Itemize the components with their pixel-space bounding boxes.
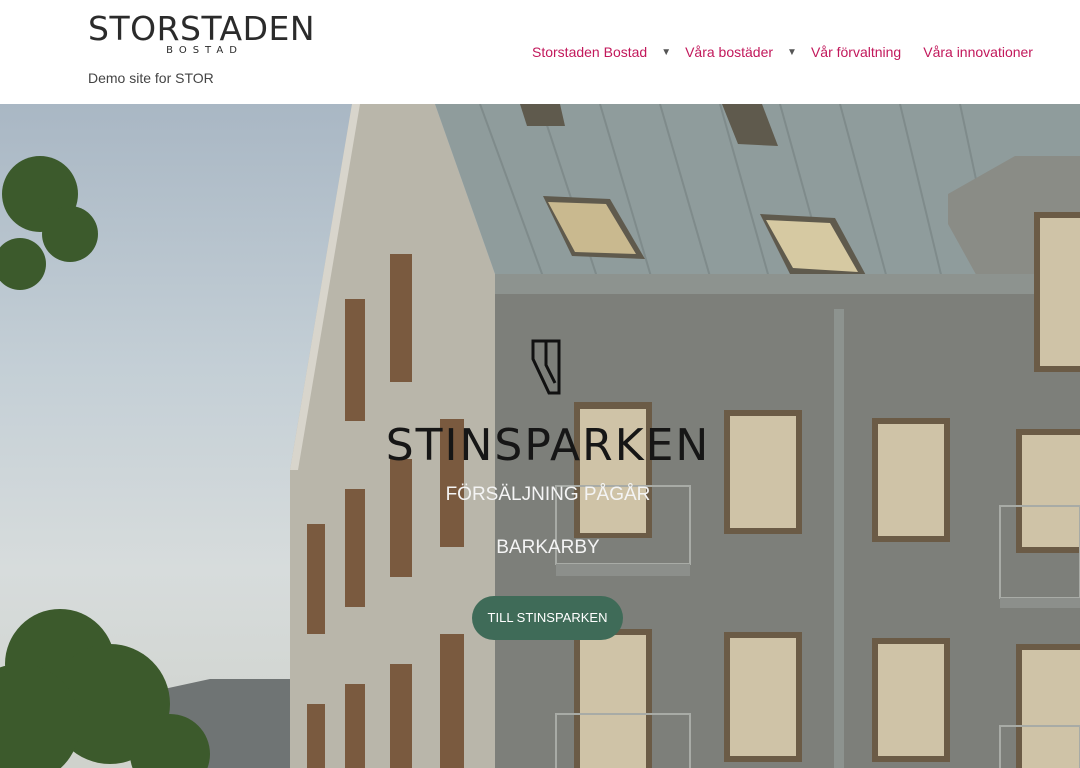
stinsparken-logo-icon xyxy=(531,339,561,395)
site-logo[interactable]: STORSTADEN BOSTAD xyxy=(88,9,316,57)
till-stinsparken-button[interactable]: TILL STINSPARKEN xyxy=(472,596,623,640)
site-tagline: Demo site for STOR xyxy=(88,70,214,86)
chevron-down-icon[interactable]: ▼ xyxy=(661,47,671,58)
site-header: STORSTADEN BOSTAD Demo site for STOR Sto… xyxy=(0,0,1080,104)
hero-location: BARKARBY xyxy=(496,537,600,558)
chevron-down-icon[interactable]: ▼ xyxy=(787,47,797,58)
hero-subtitle: FÖRSÄLJNING PÅGÅR xyxy=(445,484,651,505)
main-nav: Storstaden Bostad ▼ Våra bostäder ▼ Vår … xyxy=(532,44,1033,60)
logo-main-text: STORSTADEN xyxy=(88,9,316,48)
nav-item-vara-bostader[interactable]: Våra bostäder xyxy=(685,44,773,60)
nav-item-storstaden-bostad[interactable]: Storstaden Bostad xyxy=(532,44,647,60)
nav-item-vara-innovationer[interactable]: Våra innovationer xyxy=(923,44,1033,60)
hero-banner: STINSPARKEN FÖRSÄLJNING PÅGÅR BARKARBY T… xyxy=(0,104,1080,768)
hero-title: STINSPARKEN xyxy=(385,420,711,471)
nav-item-var-forvaltning[interactable]: Vår förvaltning xyxy=(811,44,901,60)
